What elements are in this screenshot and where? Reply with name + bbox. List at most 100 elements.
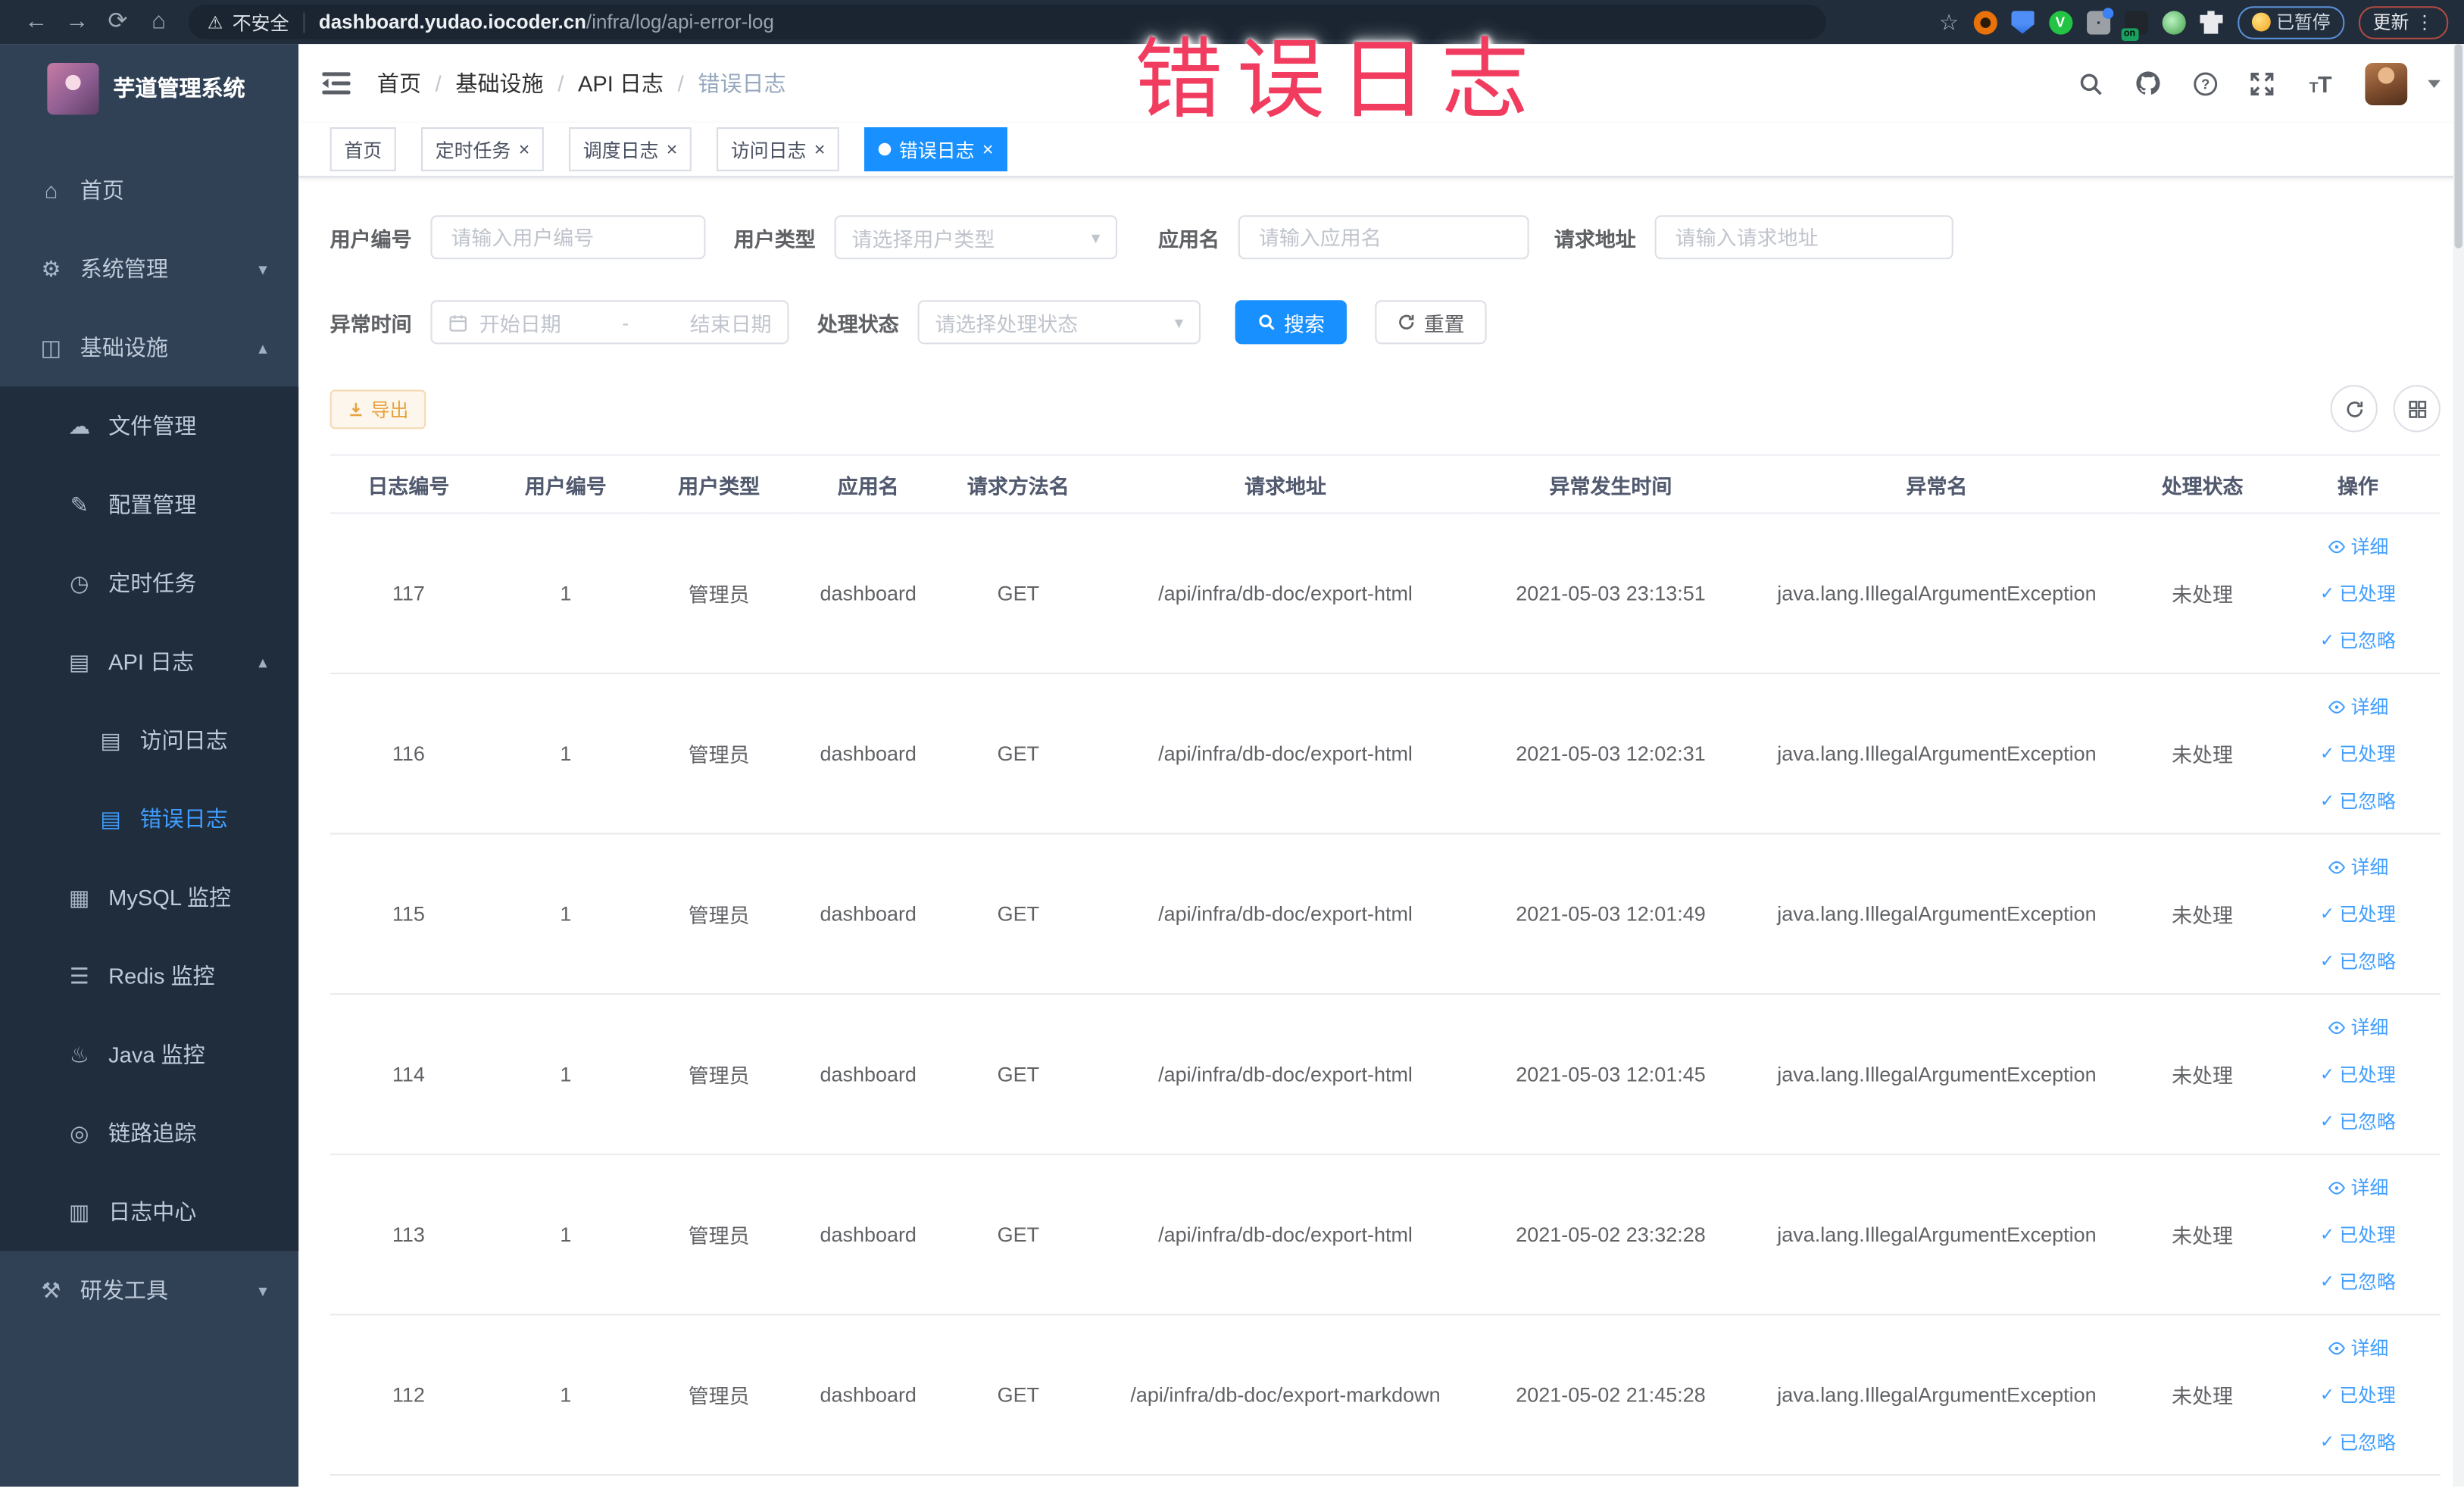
sidebar-item-label: 文件管理 xyxy=(108,413,197,439)
close-icon[interactable]: × xyxy=(814,140,826,159)
sidebar-item-Java 监控[interactable]: ♨ Java 监控 xyxy=(0,1015,299,1094)
font-size-icon[interactable]: TT xyxy=(2305,70,2334,96)
action-详细[interactable]: 详细 xyxy=(2327,533,2388,559)
sidebar-item-label: API 日志 xyxy=(108,648,195,675)
action-已处理[interactable]: ✓ 已处理 xyxy=(2320,901,2396,927)
action-已处理[interactable]: ✓ 已处理 xyxy=(2320,1221,2396,1248)
extension-v-icon[interactable]: V xyxy=(2048,10,2072,34)
sidebar-item-研发工具[interactable]: ⚒ 研发工具 ▾ xyxy=(0,1251,298,1329)
table-cell: 1 xyxy=(487,673,645,835)
extension-switch-icon[interactable]: on xyxy=(2120,10,2147,40)
process-status-select[interactable]: 请选择处理状态 ▾ xyxy=(917,300,1201,345)
tab-调度日志[interactable]: 调度日志 × xyxy=(569,127,692,172)
extension-leaf-icon[interactable] xyxy=(2161,10,2185,34)
extensions-puzzle-icon[interactable] xyxy=(2199,10,2223,34)
sidebar-item-系统管理[interactable]: ⚙ 系统管理 ▾ xyxy=(0,230,298,308)
date-range-input[interactable]: 开始日期 - 结束日期 xyxy=(430,300,789,345)
github-icon[interactable] xyxy=(2134,69,2162,97)
sidebar-item-文件管理[interactable]: ☁ 文件管理 xyxy=(0,386,299,466)
breadcrumb-api-log[interactable]: API 日志 xyxy=(578,67,664,98)
sidebar-item-错误日志[interactable]: ▤ 错误日志 xyxy=(0,779,299,858)
access-log-icon: ▤ xyxy=(100,726,121,752)
sidebar-item-API 日志[interactable]: ▤ API 日志 ▴ xyxy=(0,622,299,701)
table-cell: java.lang.IllegalArgumentException xyxy=(1744,513,2130,675)
action-已处理[interactable]: ✓ 已处理 xyxy=(2320,1382,2396,1408)
request-url-input[interactable] xyxy=(1654,215,1953,260)
app-name-input[interactable] xyxy=(1238,215,1529,260)
search-icon[interactable] xyxy=(2078,70,2104,96)
avatar-caret-icon[interactable] xyxy=(2428,79,2441,88)
breadcrumb-home[interactable]: 首页 xyxy=(377,67,421,98)
action-已处理[interactable]: ✓ 已处理 xyxy=(2320,740,2396,767)
action-已忽略[interactable]: ✓ 已忽略 xyxy=(2320,787,2396,814)
tab-定时任务[interactable]: 定时任务 × xyxy=(421,127,544,172)
user-avatar[interactable] xyxy=(2365,61,2408,105)
column-settings-button[interactable] xyxy=(2393,385,2441,433)
close-icon[interactable]: × xyxy=(982,140,994,159)
action-详细[interactable]: 详细 xyxy=(2327,854,2388,880)
browser-menu-icon[interactable]: ⋮ xyxy=(2416,11,2434,33)
tab-错误日志[interactable]: 错误日志 × xyxy=(864,127,1008,172)
user-id-field[interactable] xyxy=(448,223,689,251)
date-start-placeholder[interactable]: 开始日期 xyxy=(479,308,561,337)
sidebar-item-label: 首页 xyxy=(80,177,124,203)
action-已忽略[interactable]: ✓ 已忽略 xyxy=(2320,1268,2396,1295)
extension-orange-icon[interactable] xyxy=(1972,10,1997,34)
action-详细[interactable]: 详细 xyxy=(2327,1334,2388,1360)
tab-访问日志[interactable]: 访问日志 × xyxy=(717,127,840,172)
infrastructure-icon: ◫ xyxy=(40,333,62,360)
user-type-select[interactable]: 请选择用户类型 ▾ xyxy=(834,215,1118,260)
forward-icon[interactable]: → xyxy=(57,0,98,44)
table-cell: 2021-05-03 23:13:51 xyxy=(1477,513,1744,675)
help-icon[interactable]: ? xyxy=(2192,70,2219,96)
extension-grid-icon[interactable] xyxy=(2086,7,2113,34)
action-详细[interactable]: 详细 xyxy=(2327,1014,2388,1040)
action-已忽略[interactable]: ✓ 已忽略 xyxy=(2320,948,2396,974)
action-已忽略[interactable]: ✓ 已忽略 xyxy=(2320,627,2396,654)
back-icon[interactable]: ← xyxy=(16,0,57,44)
reset-button[interactable]: 重置 xyxy=(1375,300,1487,345)
app-logo-row[interactable]: 芋道管理系统 xyxy=(0,44,298,132)
refresh-table-button[interactable] xyxy=(2330,385,2378,433)
extension-shield-icon[interactable] xyxy=(2010,10,2035,34)
sidebar-item-首页[interactable]: ⌂ 首页 xyxy=(0,151,298,230)
close-icon[interactable]: × xyxy=(667,140,678,159)
reload-icon[interactable]: ⟳ xyxy=(98,0,139,44)
action-已处理[interactable]: ✓ 已处理 xyxy=(2320,1061,2396,1087)
action-已处理[interactable]: ✓ 已处理 xyxy=(2320,580,2396,607)
sidebar-item-访问日志[interactable]: ▤ 访问日志 xyxy=(0,701,299,780)
sidebar-item-Redis 监控[interactable]: ☰ Redis 监控 xyxy=(0,936,299,1016)
action-已忽略[interactable]: ✓ 已忽略 xyxy=(2320,1108,2396,1135)
sidebar-item-日志中心[interactable]: ▥ 日志中心 xyxy=(0,1172,299,1251)
home-browser-icon[interactable]: ⌂ xyxy=(139,0,180,44)
sidebar-item-MySQL 监控[interactable]: ▦ MySQL 监控 xyxy=(0,858,299,937)
sidebar-item-基础设施[interactable]: ◫ 基础设施 ▴ xyxy=(0,308,298,387)
bookmark-star-icon[interactable]: ☆ xyxy=(1939,8,1959,35)
export-button[interactable]: 导出 xyxy=(329,389,426,429)
breadcrumb-infra[interactable]: 基础设施 xyxy=(455,67,543,98)
update-badge[interactable]: 更新 ⋮ xyxy=(2359,5,2449,39)
page-scrollbar[interactable] xyxy=(2453,44,2464,1487)
user-id-input[interactable] xyxy=(430,215,706,260)
search-button[interactable]: 搜索 xyxy=(1235,300,1348,345)
app-name-field[interactable] xyxy=(1255,223,1512,251)
action-详细[interactable]: 详细 xyxy=(2327,1174,2388,1201)
address-bar[interactable]: ⚠ 不安全 dashboard.yudao.iocoder.cn /infra/… xyxy=(188,5,1826,39)
sidebar-item-配置管理[interactable]: ✎ 配置管理 xyxy=(0,465,299,544)
action-详细[interactable]: 详细 xyxy=(2327,693,2388,720)
close-icon[interactable]: × xyxy=(519,140,530,159)
sidebar-item-定时任务[interactable]: ◷ 定时任务 xyxy=(0,543,299,623)
paused-badge[interactable]: 已暂停 xyxy=(2237,5,2345,39)
tab-首页[interactable]: 首页 xyxy=(329,127,396,172)
request-url-field[interactable] xyxy=(1672,223,1937,251)
table-cell: 1 xyxy=(487,994,645,1155)
column-header-应用名: 应用名 xyxy=(793,454,943,514)
action-已忽略[interactable]: ✓ 已忽略 xyxy=(2320,1429,2396,1455)
sidebar-item-链路追踪[interactable]: ◎ 链路追踪 xyxy=(0,1093,299,1173)
table-cell: 管理员 xyxy=(644,513,794,675)
scrollbar-thumb[interactable] xyxy=(2454,44,2462,248)
fullscreen-icon[interactable] xyxy=(2249,70,2275,96)
actions-cell: 详细 ✓ 已处理 ✓ 已忽略 xyxy=(2275,673,2441,835)
hamburger-icon[interactable] xyxy=(322,70,351,95)
date-end-placeholder[interactable]: 结束日期 xyxy=(690,308,772,337)
